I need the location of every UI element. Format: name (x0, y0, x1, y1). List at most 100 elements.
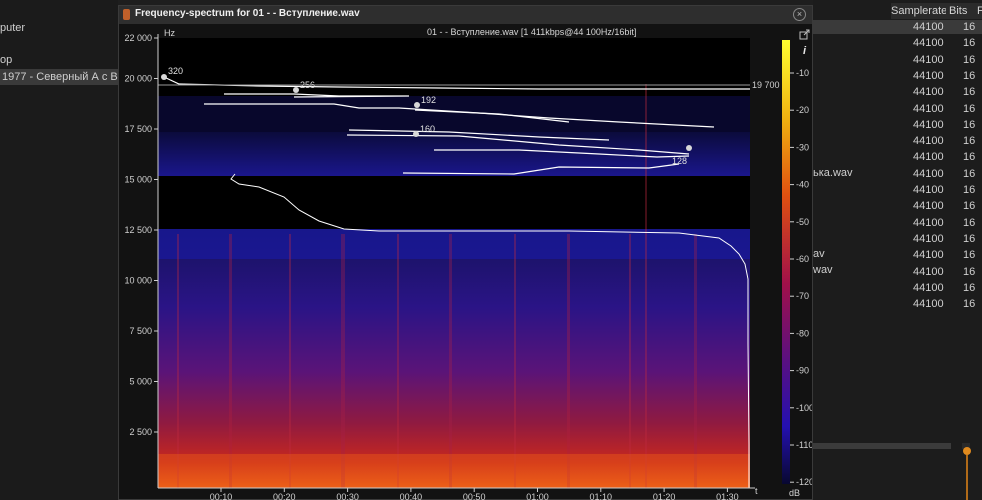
marker-label-192: 192 (421, 95, 436, 105)
y-tick-label: 2 500 (129, 427, 152, 437)
tree-item-desktop[interactable]: op (0, 54, 12, 66)
filename-fragment[interactable]: ька.wav (813, 167, 853, 179)
slider-track[interactable] (813, 443, 951, 449)
bits-cell[interactable]: 16 (963, 282, 975, 294)
upper-frequency-band (158, 132, 750, 176)
y-tick-label: 7 500 (129, 326, 152, 336)
bits-cell[interactable]: 16 (963, 21, 975, 33)
marker-label-128: 128 (672, 156, 687, 166)
samplerate-cell[interactable]: 44100 (913, 249, 944, 261)
bits-cell[interactable]: 16 (963, 86, 975, 98)
export-icon[interactable] (799, 29, 810, 40)
app-icon (123, 9, 130, 20)
x-tick-label: 01:00 (526, 492, 549, 500)
x-axis-unit: t (755, 486, 758, 496)
y-axis-unit: Hz (164, 28, 175, 38)
x-tick-label: 00:20 (273, 492, 296, 500)
close-icon[interactable]: × (793, 8, 806, 21)
colorbar-unit: dB (789, 488, 800, 498)
colorbar-tick-label: -30 (796, 142, 809, 152)
file-list: Samplerate Bits F 44100 16 44100 16 44100 16 4… (813, 0, 982, 500)
low-freq-band (158, 454, 750, 488)
cutoff-label: 19 700 (752, 80, 780, 90)
tree-item-computer[interactable]: puter (0, 22, 25, 34)
folder-tree: puter op 1977 - Северный А с ВИА Че (0, 0, 149, 500)
y-tick-label: 15 000 (124, 175, 152, 185)
colorbar-tick-label: -110 (796, 440, 812, 450)
y-tick-label: 10 000 (124, 276, 152, 286)
samplerate-cell[interactable]: 44100 (913, 70, 944, 82)
samplerate-cell[interactable]: 44100 (913, 103, 944, 115)
tree-item-album[interactable]: 1977 - Северный А с ВИА Че (0, 69, 149, 85)
marker-label-160: 160 (420, 124, 435, 134)
main-spectrum-region (158, 229, 750, 488)
x-tick-label: 00:50 (463, 492, 486, 500)
colorbar-tick-label: -50 (796, 217, 809, 227)
upper-band-fade (158, 96, 750, 132)
bits-cell[interactable]: 16 (963, 249, 975, 261)
selected-row[interactable] (813, 20, 982, 34)
bits-cell[interactable]: 16 (963, 103, 975, 115)
marker-192 (414, 102, 420, 108)
colorbar-tick-label: -20 (796, 105, 809, 115)
y-tick-label: 22 000 (124, 33, 152, 43)
bits-cell[interactable]: 16 (963, 298, 975, 310)
marker-320 (161, 74, 167, 80)
bits-cell[interactable]: 16 (963, 54, 975, 66)
samplerate-cell[interactable]: 44100 (913, 37, 944, 49)
y-tick-label: 20 000 (124, 74, 152, 84)
bits-cell[interactable]: 16 (963, 233, 975, 245)
samplerate-cell[interactable]: 44100 (913, 266, 944, 278)
colorbar-tick-label: -80 (796, 328, 809, 338)
samplerate-cell[interactable]: 44100 (913, 217, 944, 229)
samplerate-cell[interactable]: 44100 (913, 21, 944, 33)
x-tick-label: 00:40 (400, 492, 423, 500)
colorbar-tick-label: -90 (796, 366, 809, 376)
y-tick-label: 5 000 (129, 377, 152, 387)
x-tick-label: 00:30 (336, 492, 359, 500)
samplerate-cell[interactable]: 44100 (913, 184, 944, 196)
bits-cell[interactable]: 16 (963, 200, 975, 212)
y-ticks: 22 000 20 000 17 500 15 000 12 500 10 000 7 50… (124, 33, 158, 437)
samplerate-cell[interactable]: 44100 (913, 86, 944, 98)
samplerate-cell[interactable]: 44100 (913, 298, 944, 310)
bits-cell[interactable]: 16 (963, 217, 975, 229)
spectrum-upper-edge (158, 229, 750, 259)
bits-cell[interactable]: 16 (963, 70, 975, 82)
bits-cell[interactable]: 16 (963, 119, 975, 131)
samplerate-cell[interactable]: 44100 (913, 200, 944, 212)
samplerate-cell[interactable]: 44100 (913, 54, 944, 66)
column-header-f[interactable]: F (973, 3, 982, 19)
filename-fragment[interactable]: wav (813, 264, 833, 276)
samplerate-cell[interactable]: 44100 (913, 233, 944, 245)
samplerate-cell[interactable]: 44100 (913, 135, 944, 147)
frequency-spectrum-window: Frequency-spectrum for 01 - - Вступление… (118, 5, 813, 500)
bits-cell[interactable]: 16 (963, 168, 975, 180)
volume-slider-line (966, 455, 968, 500)
colorbar-tick-label: -120 (796, 477, 812, 487)
bits-cell[interactable]: 16 (963, 37, 975, 49)
window-title: Frequency-spectrum for 01 - - Вступление… (135, 8, 360, 19)
info-icon[interactable]: i (803, 45, 807, 57)
x-tick-label: 01:20 (653, 492, 676, 500)
bits-cell[interactable]: 16 (963, 135, 975, 147)
y-tick-label: 12 500 (124, 225, 152, 235)
samplerate-cell[interactable]: 44100 (913, 119, 944, 131)
x-tick-label: 01:10 (590, 492, 613, 500)
samplerate-cell[interactable]: 44100 (913, 168, 944, 180)
bits-cell[interactable]: 16 (963, 266, 975, 278)
bits-cell[interactable]: 16 (963, 184, 975, 196)
colorbar-tick-label: -10 (796, 68, 809, 78)
spectrum-header: 01 - - Вступление.wav [1 411kbps@44 100H… (427, 27, 636, 37)
x-ticks: 00:10 00:20 00:30 00:40 00:50 01:00 01:10 01:20… (210, 488, 739, 500)
column-header-bits[interactable]: Bits (946, 3, 975, 19)
bits-cell[interactable]: 16 (963, 151, 975, 163)
marker-label-320: 320 (168, 66, 183, 76)
y-tick-label: 17 500 (124, 124, 152, 134)
filename-fragment[interactable]: av (813, 248, 825, 260)
volume-slider-knob[interactable] (963, 447, 971, 455)
samplerate-cell[interactable]: 44100 (913, 151, 944, 163)
marker-256 (293, 87, 299, 93)
samplerate-cell[interactable]: 44100 (913, 282, 944, 294)
window-titlebar[interactable]: Frequency-spectrum for 01 - - Вступление… (119, 6, 812, 24)
